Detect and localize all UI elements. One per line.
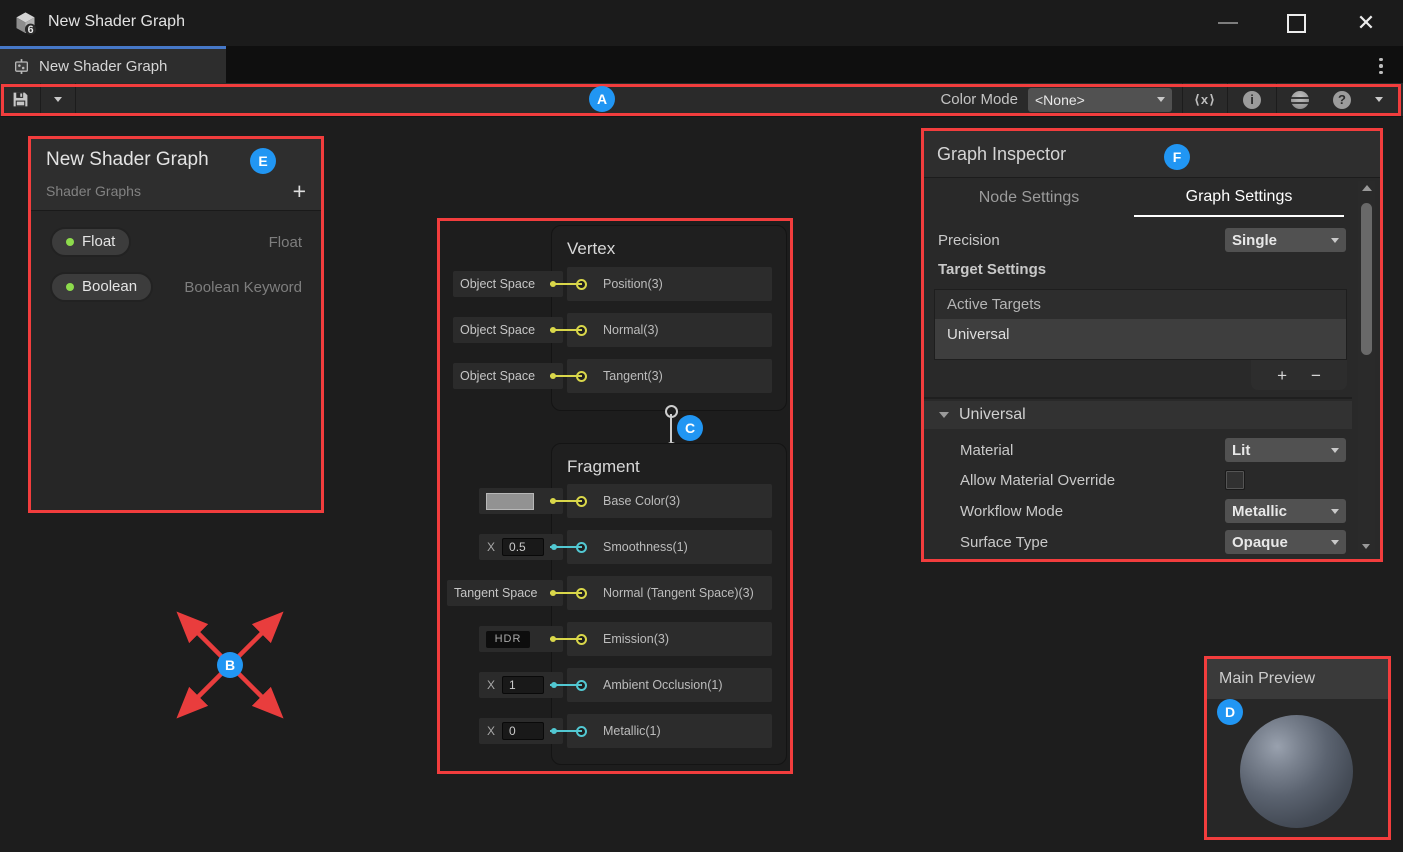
tab-new-shader-graph[interactable]: New Shader Graph (0, 46, 226, 83)
minimize-icon (1218, 22, 1238, 24)
annotation-badge-d: D (1217, 699, 1243, 725)
annotation-badge-b: B (217, 652, 243, 678)
annotation-box-nodes (437, 218, 793, 774)
window-titlebar: 6 New Shader Graph ✕ (0, 0, 1403, 47)
shader-graph-asset-icon (13, 58, 30, 75)
tab-label: New Shader Graph (39, 58, 167, 75)
tab-bar: New Shader Graph (0, 46, 1403, 83)
annotation-box-preview (1204, 656, 1391, 840)
annotation-badge-e: E (250, 148, 276, 174)
annotation-badge-a: A (589, 86, 615, 112)
close-icon: ✕ (1357, 12, 1375, 34)
annotation-badge-c: C (677, 415, 703, 441)
shader-graph-window: 6 New Shader Graph ✕ New Shader Graph (0, 0, 1403, 852)
annotation-box-blackboard (28, 136, 324, 513)
annotation-box-toolbar (1, 84, 1401, 116)
minimize-button[interactable] (1205, 0, 1251, 46)
unity-logo-icon: 6 (12, 9, 39, 42)
tab-overflow-menu-button[interactable] (1371, 54, 1391, 78)
maximize-button[interactable] (1273, 0, 1319, 46)
svg-text:6: 6 (28, 24, 34, 36)
annotation-badge-f: F (1164, 144, 1190, 170)
window-title: New Shader Graph (48, 13, 185, 31)
close-button[interactable]: ✕ (1343, 0, 1389, 46)
annotation-box-inspector (921, 128, 1383, 562)
maximize-icon (1287, 14, 1306, 33)
